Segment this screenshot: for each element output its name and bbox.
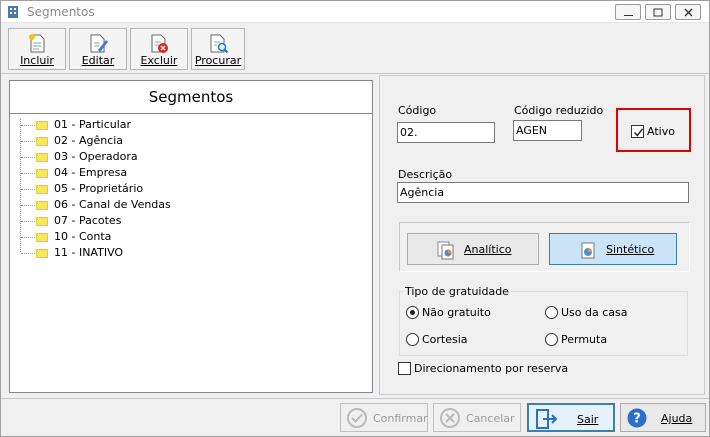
nao-gratuito-label: Não gratuito [422, 306, 491, 319]
exit-door-icon [536, 409, 558, 429]
tree-item[interactable]: 01 - Particular [20, 117, 240, 133]
search-document-icon [210, 34, 229, 54]
excluir-button[interactable]: Excluir [130, 28, 188, 70]
sair-button[interactable]: Sair [527, 403, 615, 432]
analytic-report-icon [437, 241, 454, 260]
excluir-label: Excluir [140, 54, 178, 67]
maximize-icon [653, 8, 663, 17]
tree-item-label: 06 - Canal de Vendas [54, 198, 171, 211]
ativo-label: Ativo [647, 125, 675, 138]
close-button[interactable] [675, 4, 701, 20]
procurar-label: Procurar [194, 54, 242, 67]
folder-icon [36, 249, 48, 258]
procurar-button[interactable]: Procurar [191, 28, 245, 70]
minimize-button[interactable] [615, 4, 641, 20]
tree-item-label: 04 - Empresa [54, 166, 128, 179]
close-icon [684, 8, 693, 17]
nao-gratuito-radio[interactable] [406, 306, 419, 319]
uso-da-casa-label: Uso da casa [561, 306, 628, 319]
segmentos-window: Segmentos Incluir Editar Excluir Procura… [0, 0, 710, 437]
tree-item-label: 02 - Agência [54, 134, 124, 147]
sintetico-label: Sintético [606, 243, 655, 256]
cortesia-radio[interactable] [406, 333, 419, 346]
direcionamento-checkbox[interactable] [398, 362, 411, 375]
help-question-icon: ? [627, 408, 647, 428]
tree-item-label: 01 - Particular [54, 118, 132, 131]
edit-document-icon [90, 34, 108, 53]
tree-list: 01 - Particular 02 - Agência 03 - Operad… [20, 117, 240, 261]
confirmar-button[interactable]: Confirmar [340, 403, 428, 432]
cancel-x-icon [440, 408, 460, 428]
tree-item[interactable]: 03 - Operadora [20, 149, 240, 165]
checkmark-icon [633, 128, 644, 137]
uso-da-casa-radio[interactable] [545, 306, 558, 319]
folder-icon [36, 217, 48, 226]
incluir-button[interactable]: Incluir [8, 28, 66, 70]
confirmar-label: Confirmar [373, 412, 428, 425]
cortesia-label: Cortesia [422, 333, 468, 346]
tree-item-label: 11 - INATIVO [54, 246, 124, 259]
tree-item[interactable]: 04 - Empresa [20, 165, 240, 181]
tree-item[interactable]: 06 - Canal de Vendas [20, 197, 240, 213]
minimize-icon [624, 15, 633, 16]
toolbar: Incluir Editar Excluir Procurar [1, 24, 709, 72]
descricao-field[interactable]: Agência [397, 182, 689, 203]
title-bar: Segmentos [1, 1, 709, 23]
tree-item[interactable]: 07 - Pacotes [20, 213, 240, 229]
folder-icon [36, 169, 48, 178]
cancelar-button[interactable]: Cancelar [433, 403, 521, 432]
editar-button[interactable]: Editar [69, 28, 127, 70]
folder-icon [36, 121, 48, 130]
ajuda-label: Ajuda [661, 412, 693, 425]
synthetic-report-icon [581, 242, 595, 259]
segmentos-tree-panel[interactable]: Segmentos 01 - Particular 02 - Agência 0… [9, 80, 373, 393]
tree-item-label: 05 - Proprietário [54, 182, 144, 195]
confirm-check-icon [347, 408, 367, 428]
folder-icon [36, 153, 48, 162]
maximize-button[interactable] [645, 4, 671, 20]
tree-item[interactable]: 10 - Conta [20, 229, 240, 245]
cancelar-label: Cancelar [466, 412, 515, 425]
tree-item[interactable]: 02 - Agência [20, 133, 240, 149]
sair-label: Sair [577, 413, 599, 426]
bottom-divider [1, 398, 709, 399]
new-document-icon [29, 34, 45, 53]
analitico-label: Analítico [464, 243, 512, 256]
delete-document-icon [151, 34, 168, 53]
folder-icon [36, 233, 48, 242]
tree-item[interactable]: 11 - INATIVO [20, 245, 240, 261]
window-title: Segmentos [27, 5, 95, 19]
codigo-field[interactable]: 02. [397, 122, 495, 143]
folder-icon [36, 201, 48, 210]
tipo-gratuidade-label: Tipo de gratuidade [403, 285, 511, 298]
ajuda-button[interactable]: ? Ajuda [620, 403, 706, 432]
editar-label: Editar [81, 54, 115, 67]
permuta-label: Permuta [561, 333, 608, 346]
permuta-radio[interactable] [545, 333, 558, 346]
codigo-reduzido-label: Código reduzido [514, 104, 604, 117]
toolbar-divider [1, 73, 709, 74]
app-building-icon [8, 6, 18, 18]
codigo-reduzido-field[interactable]: AGEN [513, 120, 582, 141]
tree-item-label: 10 - Conta [54, 230, 112, 243]
codigo-label: Código [398, 104, 437, 117]
folder-icon [36, 185, 48, 194]
tree-item-label: 07 - Pacotes [54, 214, 122, 227]
svg-text:?: ? [633, 412, 641, 427]
ativo-checkbox[interactable] [631, 125, 644, 138]
direcionamento-label: Direcionamento por reserva [414, 362, 569, 375]
folder-icon [36, 137, 48, 146]
incluir-label: Incluir [20, 54, 54, 67]
tree-header: Segmentos [10, 81, 372, 114]
analitico-button[interactable]: Analítico [407, 233, 539, 265]
tipo-gratuidade-group [399, 291, 688, 356]
tree-item[interactable]: 05 - Proprietário [20, 181, 240, 197]
tree-item-label: 03 - Operadora [54, 150, 138, 163]
sintetico-button[interactable]: Sintético [549, 233, 677, 265]
descricao-label: Descrição [398, 168, 453, 181]
